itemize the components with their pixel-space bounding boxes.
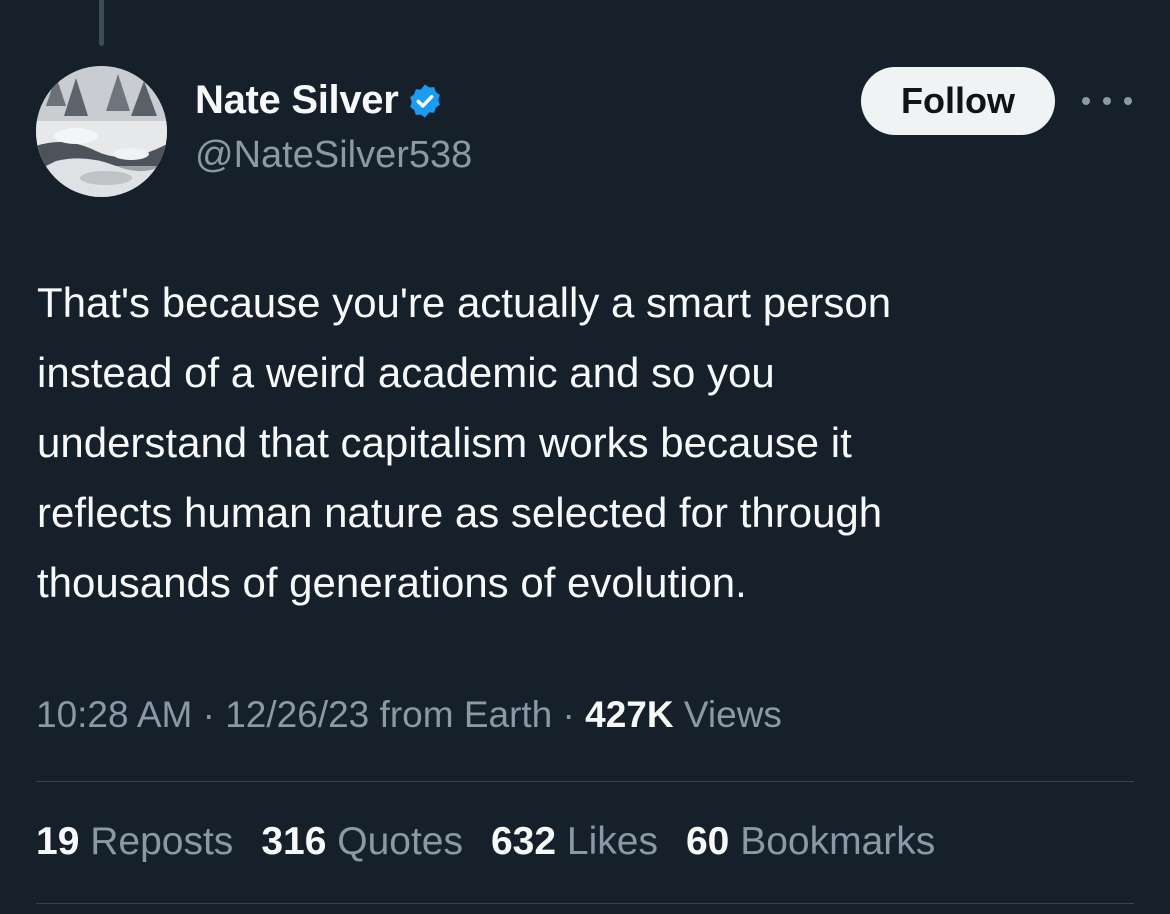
likes-stat[interactable]: 632 Likes	[491, 820, 658, 864]
divider	[36, 903, 1134, 904]
likes-label: Likes	[566, 820, 658, 863]
engagement-stats: 19 Reposts 316 Quotes 632 Likes 60 Bookm…	[36, 820, 963, 864]
divider	[36, 781, 1134, 782]
avatar-snowy-forest-image	[36, 66, 167, 197]
tweet-text-line: instead of a weird academic and so you	[37, 349, 775, 396]
reposts-label: Reposts	[90, 820, 234, 863]
author-name-row[interactable]: Nate Silver	[195, 78, 444, 123]
quotes-count: 316	[261, 820, 327, 863]
tweet-time[interactable]: 10:28 AM	[36, 694, 192, 735]
author-display-name[interactable]: Nate Silver	[195, 78, 399, 123]
likes-count: 632	[490, 820, 557, 863]
tweet-source: from Earth	[379, 694, 553, 735]
more-dot	[1082, 97, 1090, 105]
tweet-date[interactable]: 12/26/23	[225, 694, 369, 735]
bookmarks-count: 60	[685, 820, 730, 863]
tweet-text: That's because you're actually a smart p…	[37, 268, 1137, 618]
follow-button[interactable]: Follow	[861, 67, 1055, 135]
reposts-stat[interactable]: 19 Reposts	[36, 820, 233, 864]
bookmarks-stat[interactable]: 60 Bookmarks	[686, 820, 935, 864]
author-handle[interactable]: @NateSilver538	[195, 134, 472, 177]
meta-separator: ·	[202, 694, 215, 735]
thread-connector-line	[99, 0, 104, 46]
avatar[interactable]	[36, 66, 167, 197]
more-dot	[1103, 97, 1111, 105]
views-label: Views	[683, 694, 782, 735]
verified-badge-icon[interactable]	[406, 82, 444, 120]
reposts-count: 19	[36, 820, 80, 863]
tweet-text-line: reflects human nature as selected for th…	[37, 489, 883, 536]
quotes-label: Quotes	[337, 820, 463, 863]
views-count: 427K	[585, 694, 674, 735]
more-options-icon[interactable]	[1082, 88, 1132, 114]
more-dot	[1124, 97, 1132, 105]
meta-separator: ·	[562, 694, 575, 735]
quotes-stat[interactable]: 316 Quotes	[261, 820, 463, 864]
tweet-meta: 10:28 AM · 12/26/23 from Earth · 427K Vi…	[36, 694, 782, 736]
tweet-text-line: understand that capitalism works because…	[37, 419, 852, 466]
bookmarks-label: Bookmarks	[740, 820, 936, 863]
tweet-text-line: thousands of generations of evolution.	[37, 559, 747, 606]
tweet-text-line: That's because you're actually a smart p…	[37, 279, 892, 326]
